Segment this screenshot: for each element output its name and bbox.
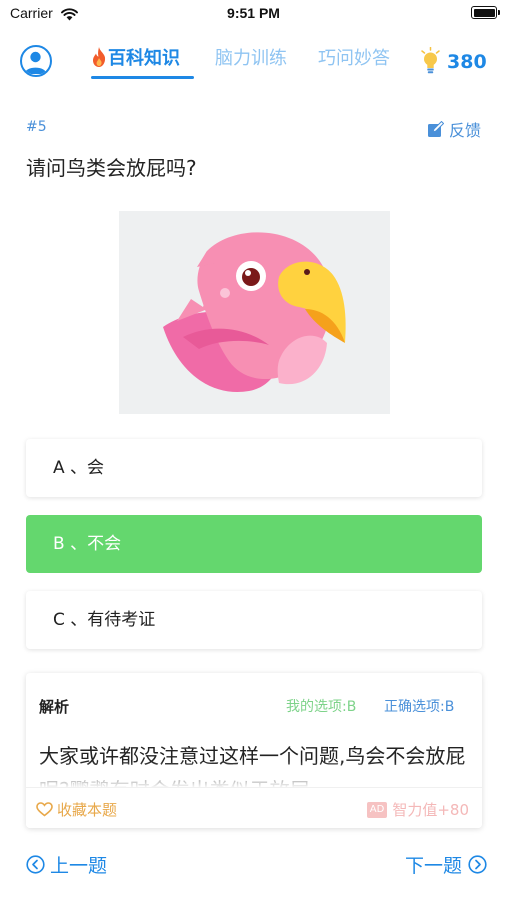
option-b[interactable]: B 、不会 (26, 515, 482, 573)
analysis-card: 解析 我的选项:B 正确选项:B 大家或许都没注意过这样一个问题,鸟会不会放屁呢… (26, 673, 482, 828)
analysis-footer: 收藏本题 AD 智力值+80 (26, 787, 482, 828)
heart-icon (36, 802, 53, 817)
option-label: C 、有待考证 (53, 610, 156, 630)
next-question-button[interactable]: 下一题 (405, 851, 487, 878)
fire-icon (93, 47, 106, 67)
option-label: A 、会 (53, 458, 105, 478)
option-label: B 、不会 (53, 534, 122, 554)
feedback-button[interactable]: 反馈 (427, 117, 481, 141)
analysis-title: 解析 (39, 698, 70, 716)
prev-label: 上一题 (50, 855, 108, 877)
status-bar: Carrier 9:51 PM (0, 0, 507, 28)
chevron-right-icon (468, 855, 487, 874)
points-value: 380 (447, 51, 487, 73)
question-number: #5 (26, 119, 47, 135)
top-nav: 百科知识 脑力训练 巧问妙答 380 (0, 36, 507, 86)
tab-brain-training[interactable]: 脑力训练 (215, 44, 287, 70)
tab-encyclopedia[interactable]: 百科知识 (91, 44, 180, 70)
fade-overlay (26, 761, 482, 787)
collect-label: 收藏本题 (57, 801, 118, 819)
tab-label: 巧问妙答 (318, 48, 390, 69)
feedback-label: 反馈 (448, 121, 481, 140)
correct-choice-label: 正确选项:B (384, 699, 455, 715)
battery-icon (471, 6, 500, 19)
active-tab-indicator (91, 76, 194, 79)
previous-question-button[interactable]: 上一题 (26, 851, 107, 878)
collect-button[interactable]: 收藏本题 (36, 799, 117, 820)
user-avatar-icon[interactable] (20, 45, 52, 77)
option-c[interactable]: C 、有待考证 (26, 591, 482, 649)
next-label: 下一题 (404, 855, 462, 877)
iq-reward-button[interactable]: AD 智力值+80 (366, 799, 469, 820)
chevron-left-icon (26, 855, 45, 874)
clock: 9:51 PM (227, 5, 280, 21)
tab-label: 脑力训练 (215, 48, 287, 69)
option-a[interactable]: A 、会 (26, 439, 482, 497)
parrot-illustration (119, 211, 390, 414)
edit-icon (427, 120, 444, 137)
iq-label: 智力值+80 (392, 801, 469, 819)
lightbulb-icon (420, 46, 441, 79)
tab-label: 百科知识 (108, 48, 180, 69)
tab-clever-answers[interactable]: 巧问妙答 (318, 44, 390, 70)
ad-badge: AD (366, 801, 388, 818)
question-text: 请问鸟类会放屁吗? (26, 156, 197, 180)
my-choice-label: 我的选项:B (286, 699, 357, 715)
